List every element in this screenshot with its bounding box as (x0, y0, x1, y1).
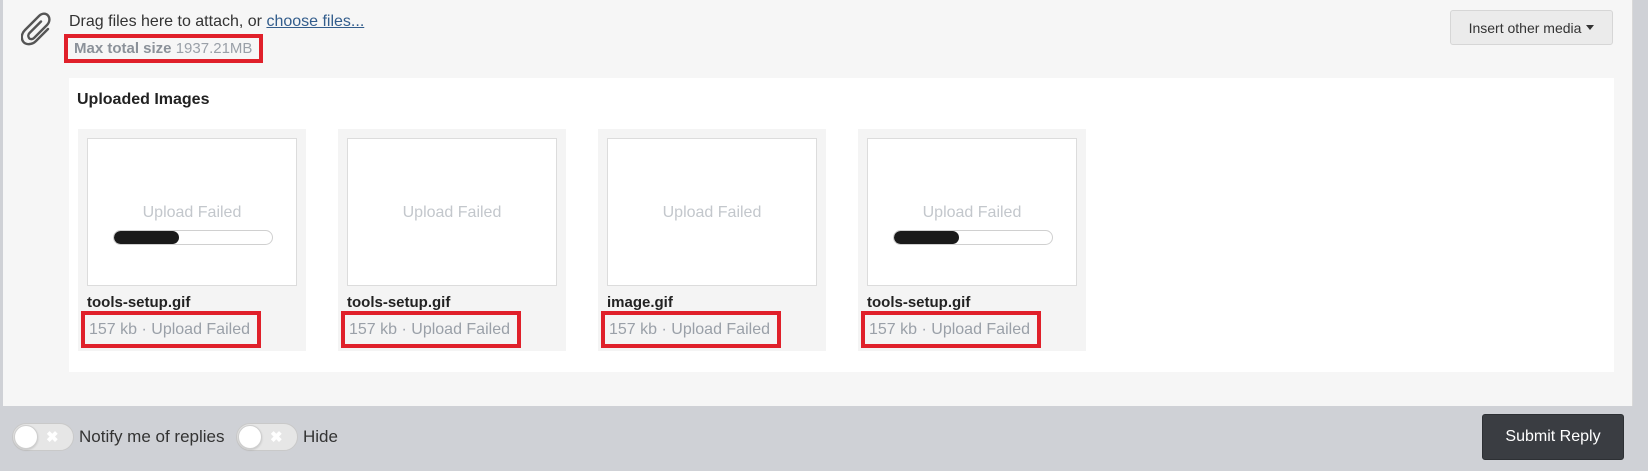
uploaded-images-section: Uploaded Images Upload Failed tools-setu… (69, 78, 1614, 372)
file-name: tools-setup.gif (87, 294, 191, 311)
paperclip-icon (21, 12, 51, 46)
file-name: image.gif (607, 294, 673, 311)
upload-progress-bar (113, 230, 273, 245)
max-size-value: 1937.21MB (175, 40, 253, 57)
insert-other-media-button[interactable]: Insert other media (1450, 10, 1613, 45)
image-thumbnail: Upload Failed (347, 138, 557, 286)
file-status: 157 kb · Upload Failed (861, 311, 1041, 348)
upload-card[interactable]: Upload Failed tools-setup.gif 157 kb · U… (338, 129, 566, 351)
progress-fill (894, 231, 959, 244)
drop-zone-label: Drag files here to attach, or (69, 13, 262, 30)
upload-card[interactable]: Upload Failed tools-setup.gif 157 kb · U… (78, 129, 306, 351)
image-thumbnail: Upload Failed (607, 138, 817, 286)
thumbnail-status: Upload Failed (662, 204, 762, 221)
max-total-size: Max total size 1937.21MB (64, 34, 263, 63)
upload-card[interactable]: Upload Failed image.gif 157 kb · Upload … (598, 129, 826, 351)
hide-label: Hide (303, 427, 338, 446)
image-thumbnail: Upload Failed (867, 138, 1077, 286)
thumbnail-status: Upload Failed (142, 204, 242, 221)
hide-toggle[interactable]: ✖ (236, 423, 298, 451)
upload-card[interactable]: Upload Failed tools-setup.gif 157 kb · U… (858, 129, 1086, 351)
thumbnail-status: Upload Failed (402, 204, 502, 221)
file-name: tools-setup.gif (867, 294, 971, 311)
x-icon: ✖ (46, 429, 59, 446)
insert-media-label: Insert other media (1468, 19, 1582, 36)
choose-files-link[interactable]: choose files... (266, 13, 364, 30)
thumbnail-status: Upload Failed (922, 204, 1022, 221)
submit-reply-button[interactable]: Submit Reply (1482, 414, 1624, 460)
file-status: 157 kb · Upload Failed (341, 311, 521, 348)
toggle-knob (14, 425, 38, 449)
caret-down-icon (1586, 25, 1595, 30)
file-status: 157 kb · Upload Failed (81, 311, 261, 348)
progress-fill (114, 231, 179, 244)
drop-zone-text: Drag files here to attach, or choose fil… (69, 13, 364, 31)
file-name: tools-setup.gif (347, 294, 451, 311)
uploaded-images-title: Uploaded Images (77, 91, 210, 108)
upload-progress-bar (893, 230, 1053, 245)
notify-label: Notify me of replies (79, 427, 225, 446)
max-size-label: Max total size (74, 40, 172, 57)
image-thumbnail: Upload Failed (87, 138, 297, 286)
x-icon: ✖ (270, 429, 283, 446)
notify-toggle[interactable]: ✖ (12, 423, 74, 451)
file-status: 157 kb · Upload Failed (601, 311, 781, 348)
toggle-knob (238, 425, 262, 449)
